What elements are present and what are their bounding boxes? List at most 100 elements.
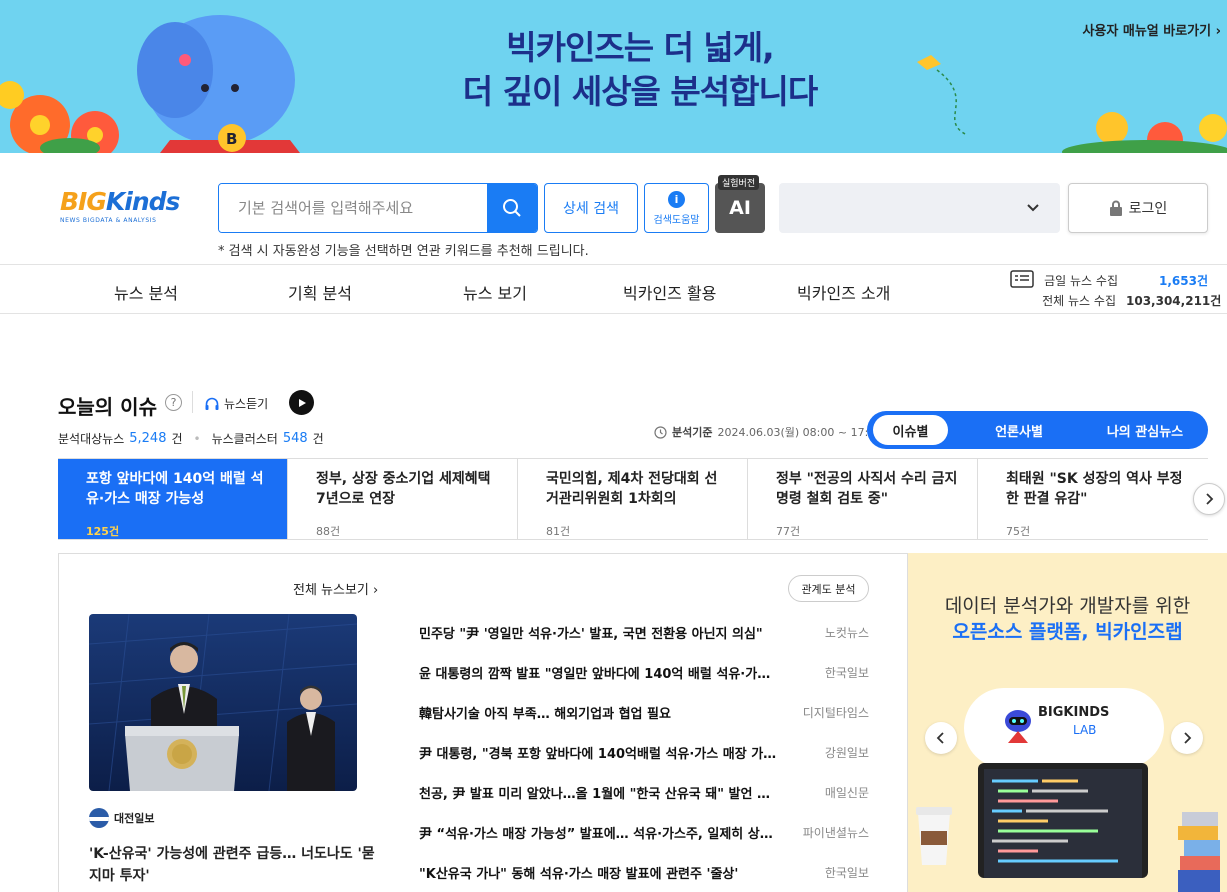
search-button[interactable] — [487, 184, 537, 232]
news-list-item[interactable]: 천공, 尹 발표 미리 알았나…올 1월에 "한국 산유국 돼" 발언 재조명 … — [419, 772, 869, 812]
issue-card[interactable]: 포항 앞바다에 140억 배럴 석유·가스 매장 가능성 125건 — [58, 459, 288, 539]
news-list-item[interactable]: 尹 대통령, "경북 포항 앞바다에 140억배럴 석유·가스 매장 가능성 높… — [419, 732, 869, 772]
news-source: 파이낸셜뉴스 — [802, 825, 869, 840]
issue-counts: 분석대상뉴스 5,248 건 • 뉴스클러스터 548 건 — [58, 430, 324, 447]
news-photo-image — [89, 614, 357, 791]
category-select[interactable] — [779, 183, 1060, 233]
news-title: 韓탐사기술 아직 부족… 해외기업과 협업 필요 — [419, 706, 671, 722]
news-source: 한국일보 — [824, 665, 869, 680]
news-list-item[interactable]: 민주당 "尹 '영일만 석유·가스' 발표, 국면 전환용 아닌지 의심" 노컷… — [419, 612, 869, 652]
play-button[interactable] — [289, 390, 314, 415]
news-list: 민주당 "尹 '영일만 석유·가스' 발표, 국면 전환용 아닌지 의심" 노컷… — [419, 612, 869, 892]
divider — [192, 391, 193, 413]
ad-line1: 데이터 분석가와 개발자를 위한 — [944, 595, 1191, 617]
logo-tagline: NEWS BIGDATA & ANALYSIS — [60, 217, 157, 224]
bigkinds-lab-ad[interactable]: 데이터 분석가와 개발자를 위한 오픈소스 플랫폼, 빅카인즈랩 BIGKIND… — [908, 553, 1227, 892]
news-title: "K산유국 가나" 동해 석유·가스 매장 발표에 관련주 '줄상' — [419, 866, 739, 882]
news-cluster-label: 뉴스클러스터 — [211, 432, 278, 446]
question-icon[interactable]: ? — [165, 394, 182, 411]
ad-lab-bubble — [964, 688, 1164, 768]
ad-lab-sub: LAB — [1073, 723, 1097, 737]
issue-cards: 포항 앞바다에 140억 배럴 석유·가스 매장 가능성 125건 정부, 상장… — [58, 458, 1208, 540]
chevron-right-icon — [1206, 493, 1214, 505]
today-collection-label: 금일 뉴스 수집 — [1044, 273, 1118, 288]
books-icon — [1178, 812, 1220, 892]
news-source: 노컷뉴스 — [824, 625, 869, 640]
ad-prev-button[interactable] — [925, 722, 957, 754]
tab-by-issue[interactable]: 이슈별 — [873, 415, 948, 445]
user-manual-link[interactable]: 사용자 매뉴얼 바로가기 › — [1082, 20, 1221, 39]
news-source: 디지털타임스 — [802, 705, 869, 720]
ai-search-button[interactable]: AI — [715, 183, 765, 233]
bigkinds-logo[interactable]: BIGKinds NEWS BIGDATA & ANALYSIS — [60, 187, 180, 225]
nav-item-bigkinds-intro[interactable]: 빅카인즈 소개 — [797, 280, 890, 304]
nav-item-news-analysis[interactable]: 뉴스 분석 — [114, 280, 178, 304]
logo-big-text: BIG — [60, 187, 107, 216]
advanced-search-button[interactable]: 상세 검색 — [544, 183, 638, 233]
issue-card[interactable]: 정부 "전공의 사직서 수리 금지명령 철회 검토 중" 77건 — [748, 459, 978, 539]
top-banner[interactable]: B 빅카인즈는 더 넓게, 더 깊이 세상을 분석합니다 사용자 매뉴얼 바로가… — [0, 0, 1227, 153]
news-title: 尹 “석유·가스 매장 가능성” 발표에… 석유·가스주, 일제히 상한가 — [419, 826, 779, 842]
search-help-button[interactable]: i 검색도움말 — [644, 183, 709, 233]
news-listen-button[interactable]: 뉴스듣기 — [205, 395, 268, 412]
source-logo: 대전일보 — [89, 808, 154, 828]
login-button[interactable]: 로그인 — [1068, 183, 1208, 233]
tab-by-press[interactable]: 언론사별 — [979, 415, 1059, 445]
news-title: 천공, 尹 발표 미리 알았나…올 1월에 "한국 산유국 돼" 발언 재조명 — [419, 786, 779, 802]
user-manual-label: 사용자 매뉴얼 바로가기 — [1082, 24, 1212, 39]
main-headline[interactable]: 'K-산유국' 가능성에 관련주 급등… 너도나도 '묻지마 투자' — [89, 843, 384, 887]
lock-icon — [1109, 200, 1122, 216]
banner-headline-line2: 더 깊이 세상을 분석합니다 — [462, 72, 818, 111]
news-title: 민주당 "尹 '영일만 석유·가스' 발표, 국면 전환용 아닌지 의심" — [419, 626, 763, 642]
svg-text:B: B — [226, 130, 237, 148]
issue-card[interactable]: 최태원 "SK 성장의 역사 부정한 판결 유감" 75건 — [978, 459, 1208, 539]
banner-headline: 빅카인즈는 더 넓게, 더 깊이 세상을 분석합니다 — [340, 26, 940, 114]
issue-card[interactable]: 국민의힘, 제4차 전당대회 선거관리위원회 1차회의 81건 — [518, 459, 748, 539]
search-help-label: 검색도움말 — [653, 214, 700, 226]
news-photo[interactable] — [89, 614, 357, 791]
news-source: 강원일보 — [824, 745, 869, 760]
nav-item-bigkinds-use[interactable]: 빅카인즈 활용 — [623, 280, 716, 304]
chevron-right-icon: › — [1215, 24, 1221, 39]
tab-my-interest[interactable]: 나의 관심뉴스 — [1095, 415, 1195, 445]
news-stats-icon — [1010, 270, 1034, 288]
news-list-item[interactable]: 尹 “석유·가스 매장 가능성” 발표에… 석유·가스주, 일제히 상한가 파이… — [419, 812, 869, 852]
issue-next-button[interactable] — [1193, 483, 1225, 515]
clock-icon — [654, 425, 667, 439]
all-news-link[interactable]: 전체 뉴스보기 › — [293, 579, 378, 598]
search-icon — [503, 199, 521, 217]
info-icon: i — [668, 190, 685, 208]
todays-issue-title: 오늘의 이슈 — [58, 395, 157, 419]
target-news-value: 5,248 — [129, 431, 167, 446]
ai-experimental-badge: 실험버전 — [718, 175, 760, 190]
news-cluster-unit: 건 — [312, 432, 324, 446]
news-list-item[interactable]: "K산유국 가나" 동해 석유·가스 매장 발표에 관련주 '줄상' 한국일보 — [419, 852, 869, 892]
analysis-basis-label: 분석기준 — [672, 426, 713, 439]
total-collection-value: 103,304,211건 — [1126, 293, 1222, 308]
news-title: 尹 대통령, "경북 포항 앞바다에 140억배럴 석유·가스 매장 가능성 높… — [419, 746, 779, 762]
relation-analysis-button[interactable]: 관계도 분석 — [788, 575, 869, 602]
issue-card[interactable]: 정부, 상장 중소기업 세제혜택 7년으로 연장 88건 — [288, 459, 518, 539]
nav-item-news-view[interactable]: 뉴스 보기 — [463, 280, 527, 304]
banner-illustration-left: B — [0, 15, 300, 153]
news-list-item[interactable]: 윤 대통령의 깜짝 발표 "영일만 앞바다에 140억 배럴 석유·가스 매장 … — [419, 652, 869, 692]
issue-card-count: 77건 — [776, 525, 801, 538]
press-logo-icon — [89, 808, 109, 828]
headphones-icon — [205, 397, 219, 410]
today-collection-value: 1,653건 — [1159, 273, 1208, 288]
analysis-basis: 분석기준 2024.06.03(월) 08:00 ~ 17:00 — [654, 424, 882, 440]
advanced-search-label: 상세 검색 — [563, 201, 619, 217]
login-label: 로그인 — [1128, 201, 1168, 217]
news-source: 매일신문 — [824, 785, 869, 800]
issue-card-count: 125건 — [86, 525, 120, 538]
ad-next-button[interactable] — [1171, 722, 1203, 754]
search-input[interactable] — [219, 184, 487, 232]
news-cluster-value: 548 — [282, 431, 308, 446]
issue-card-title: 정부 "전공의 사직서 수리 금지명령 철회 검토 중" — [776, 471, 958, 507]
nav-item-planned-analysis[interactable]: 기획 분석 — [288, 280, 352, 304]
ad-lab-title: BIGKINDS — [1038, 705, 1110, 720]
chevron-left-icon — [936, 732, 944, 744]
issue-tabs: 이슈별 언론사별 나의 관심뉴스 — [867, 411, 1208, 449]
news-list-item[interactable]: 韓탐사기술 아직 부족… 해외기업과 협업 필요 디지털타임스 — [419, 692, 869, 732]
target-news-label: 분석대상뉴스 — [58, 432, 125, 446]
